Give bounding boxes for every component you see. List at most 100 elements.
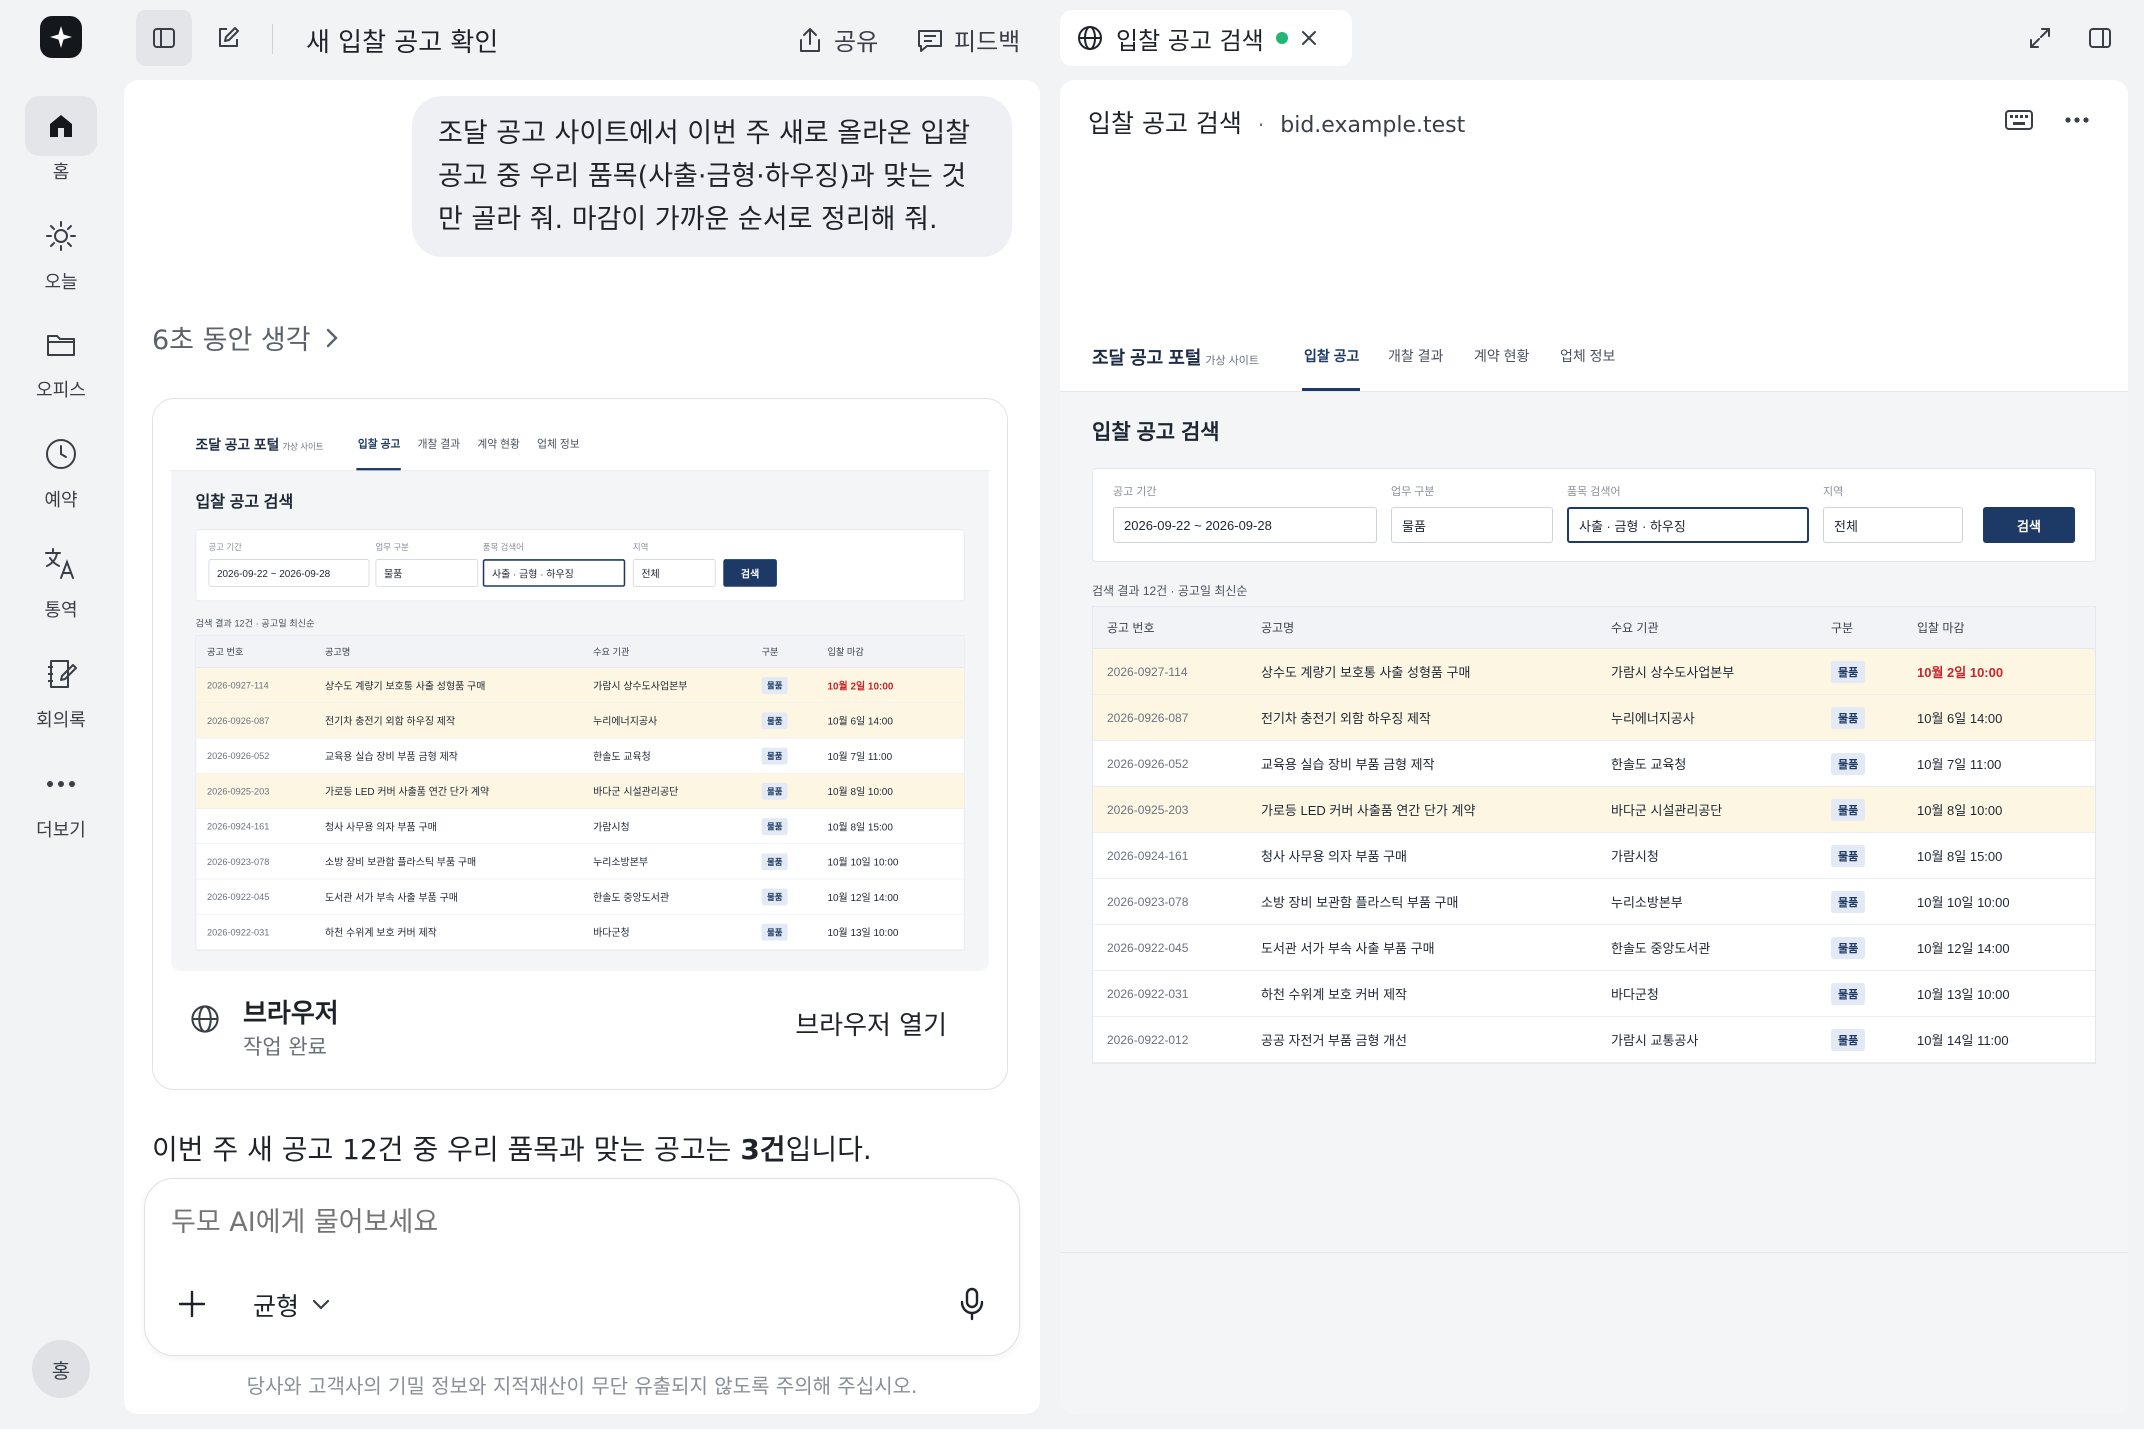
toggle-panel-button[interactable] xyxy=(2072,10,2128,66)
card-title: 브라우저 xyxy=(243,999,339,1029)
field-label: 공고 기간 xyxy=(208,543,242,553)
translate-icon xyxy=(45,548,74,579)
more-dots-icon[interactable] xyxy=(2064,116,2090,124)
table-row[interactable]: 2026-0927-114 상수도 계량기 보호통 사출 성형품 구매 가람시 상수… xyxy=(1093,649,2095,695)
column-header: 공고명 xyxy=(1261,621,1295,635)
thinking-toggle[interactable]: 6초 동안 생각 xyxy=(152,318,339,357)
toggle-sidebar-button[interactable] xyxy=(136,10,192,66)
cell-org: 누리에너지공사 xyxy=(1611,711,1695,726)
sidebar-item-more[interactable]: 더보기 xyxy=(12,746,110,846)
cell-org: 바다군 시설관리공단 xyxy=(1611,803,1723,818)
avatar[interactable]: 홍 xyxy=(32,1340,90,1398)
cell-org: 한솔도 교육청 xyxy=(1611,757,1687,772)
portal-tab-indicator xyxy=(1302,388,1360,391)
cell-no: 2026-0922-031 xyxy=(1107,986,1189,1001)
cell-name: 소방 장비 보관함 플라스틱 부품 구매 xyxy=(1261,895,1459,910)
table-row[interactable]: 2026-0925-203 가로등 LED 커버 사출품 연간 단가 계약 바다군 … xyxy=(1093,787,2095,833)
cell-type: 물품 xyxy=(761,852,828,870)
type-badge: 물품 xyxy=(761,711,788,729)
table-row: 2026-0922-031 하천 수위계 보호 커버 제작 바다군청 물품 10월 13… xyxy=(196,915,964,950)
portal-search-form: 공고 기간 2026-09-22 ~ 2026-09-28 업무 구분 물품 품… xyxy=(1092,468,2096,562)
period-field[interactable]: 2026-09-22 ~ 2026-09-28 xyxy=(1113,507,1377,543)
answer-text: 입니다. xyxy=(785,1133,872,1166)
sidebar-item-interpret[interactable]: 통역 xyxy=(12,526,110,626)
expand-button[interactable] xyxy=(2012,10,2068,66)
cell-type: 물품 xyxy=(1831,660,1917,683)
result-count: 검색 결과 12건 · 공고일 최신순 xyxy=(1092,584,1248,598)
field-label: 공고 기간 xyxy=(1113,486,1157,498)
portal-tab-vendors[interactable]: 업체 정보 xyxy=(1560,346,1615,366)
table-row[interactable]: 2026-0922-031 하천 수위계 보호 커버 제작 바다군청 물품 10월 13… xyxy=(1093,971,2095,1017)
cell-name: 소방 장비 보관함 플라스틱 부품 구매 xyxy=(324,856,477,868)
feedback-button[interactable]: 피드백 xyxy=(916,22,1020,57)
open-browser-button[interactable]: 브라우저 열기 xyxy=(795,1005,947,1042)
type-badge: 물품 xyxy=(761,782,788,800)
cell-type: 물품 xyxy=(761,711,828,729)
cell-org: 가람시청 xyxy=(593,821,630,833)
cell-no: 2026-0925-203 xyxy=(207,785,270,797)
portal-tab-results[interactable]: 개찰 결과 xyxy=(1388,346,1443,366)
feedback-icon xyxy=(918,29,942,52)
folder-icon xyxy=(47,335,75,356)
table-row[interactable]: 2026-0924-161 청사 사무용 의자 부품 구매 가람시청 물품 10월 8일… xyxy=(1093,833,2095,879)
sidebar-item-reservation[interactable]: 예약 xyxy=(12,416,110,516)
tab-label: 입찰 공고 검색 xyxy=(1116,26,1264,55)
cell-name: 교육용 실습 장비 부품 금형 제작 xyxy=(1261,757,1435,772)
cell-due: 10월 8일 15:00 xyxy=(1917,849,2003,864)
column-header: 공고 번호 xyxy=(1107,621,1155,635)
cell-no: 2026-0927-114 xyxy=(1107,664,1188,679)
new-chat-button[interactable] xyxy=(200,10,256,66)
table-row: 2026-0926-052 교육용 실습 장비 부품 금형 제작 한솔도 교육청 물품… xyxy=(196,738,964,774)
sidebar-item-office[interactable]: 오피스 xyxy=(12,306,110,406)
sidebar-item-today[interactable]: 오늘 xyxy=(12,198,110,298)
type-field[interactable]: 물품 xyxy=(1391,507,1553,543)
portal-tab-indicator xyxy=(356,468,401,471)
portal-tab-contracts[interactable]: 계약 현황 xyxy=(1474,346,1529,366)
cell-org: 누리소방본부 xyxy=(593,856,649,868)
cell-no: 2026-0923-078 xyxy=(1107,894,1189,909)
search-button[interactable]: 검색 xyxy=(1983,507,2075,543)
field-label: 품목 검색어 xyxy=(1567,486,1621,498)
table-row[interactable]: 2026-0923-078 소방 장비 보관함 플라스틱 부품 구매 누리소방본부 물… xyxy=(1093,879,2095,925)
more-dots-icon xyxy=(47,781,75,787)
table-row[interactable]: 2026-0926-087 전기차 충전기 외함 하우징 제작 누리에너지공사 물품 1… xyxy=(1093,695,2095,741)
sidebar-item-label: 예약 xyxy=(44,490,78,511)
cell-org: 가람시 교통공사 xyxy=(1611,1033,1699,1048)
table-row[interactable]: 2026-0926-052 교육용 실습 장비 부품 금형 제작 한솔도 교육청 물품… xyxy=(1093,741,2095,787)
table-row: 2026-0926-087 전기차 충전기 외함 하우징 제작 누리에너지공사 물품 1… xyxy=(196,703,964,739)
sidebar-item-home[interactable]: 홈 xyxy=(12,88,110,188)
cell-org: 한솔도 교육청 xyxy=(593,750,651,763)
cell-due: 10월 10일 10:00 xyxy=(1917,895,2010,910)
keyword-field[interactable]: 사출 · 금형 · 하우징 xyxy=(1567,507,1809,543)
cell-no: 2026-0922-045 xyxy=(1107,940,1189,955)
region-field[interactable]: 전체 xyxy=(1823,507,1963,543)
cell-org: 가람시 상수도사업본부 xyxy=(1611,665,1735,680)
search-button: 검색 xyxy=(723,559,777,587)
mode-selector[interactable]: 균형 xyxy=(253,1287,331,1323)
table-row[interactable]: 2026-0922-012 공공 자전거 부품 금형 개선 가람시 교통공사 물품 10… xyxy=(1093,1017,2095,1063)
share-button[interactable]: 공유 xyxy=(796,22,878,57)
sidebar-item-label: 오피스 xyxy=(36,380,86,401)
microphone-icon[interactable] xyxy=(957,1287,987,1321)
cell-due: 10월 12일 14:00 xyxy=(827,891,899,904)
separator: · xyxy=(1257,113,1265,137)
type-badge: 물품 xyxy=(761,747,788,765)
app-logo[interactable] xyxy=(40,16,82,58)
field-label: 품목 검색어 xyxy=(482,543,524,553)
chat-input[interactable] xyxy=(171,1207,971,1238)
table-row[interactable]: 2026-0922-045 도서관 서가 부속 사출 부품 구매 한솔도 중앙도서관… xyxy=(1093,925,2095,971)
table-row: 2026-0922-045 도서관 서가 부속 사출 부품 구매 한솔도 중앙도서관… xyxy=(196,879,964,915)
cell-no: 2026-0926-052 xyxy=(1107,756,1189,771)
portal-search-form: 공고 기간 2026-09-22 ~ 2026-09-28 업무 구분 물품 품… xyxy=(195,529,965,602)
plus-icon[interactable] xyxy=(177,1289,207,1319)
keyboard-icon[interactable] xyxy=(2004,108,2034,132)
portal-tab-bids[interactable]: 입찰 공고 xyxy=(1304,346,1359,366)
edit-icon xyxy=(219,27,239,47)
browser-result-card[interactable]: 조달 공고 포털 가상 사이트 입찰 공고 개찰 결과 계약 현황 업체 정보 입… xyxy=(152,398,1008,1090)
portal-brand[interactable]: 조달 공고 포털 가상 사이트 xyxy=(1092,344,1259,370)
sidebar-item-minutes[interactable]: 회의록 xyxy=(12,636,110,736)
results-table: 공고 번호 공고명 수요 기관 구분 입찰 마감 2026-0927-114 상수도 계량기… xyxy=(195,635,965,951)
sidebar-panel-icon xyxy=(153,28,175,48)
tab-browser[interactable]: 입찰 공고 검색 xyxy=(1060,10,1352,66)
close-icon[interactable] xyxy=(1300,29,1318,47)
